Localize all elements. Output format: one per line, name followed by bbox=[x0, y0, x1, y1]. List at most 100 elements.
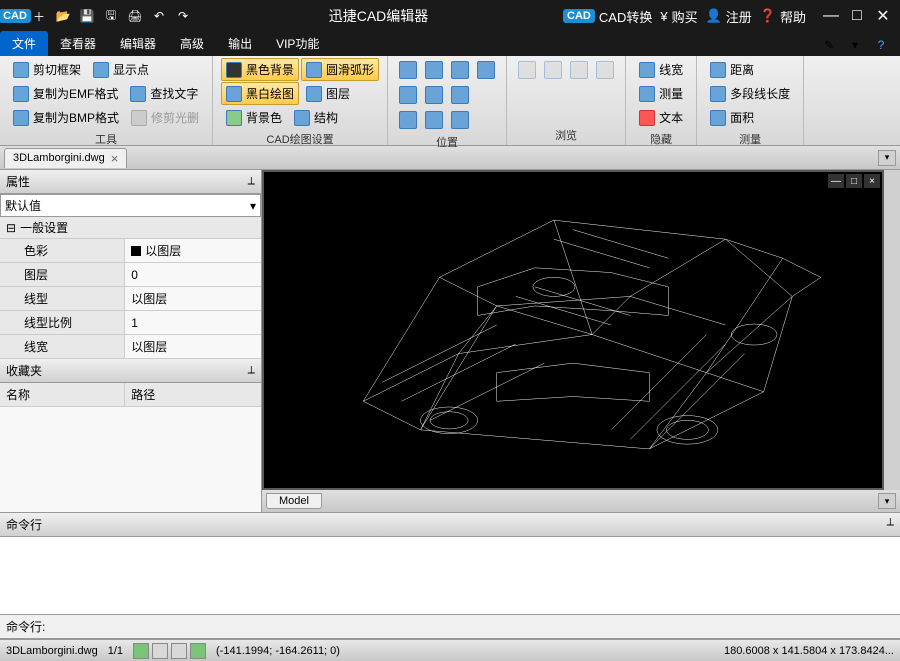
ribbon-label-position: 位置 bbox=[396, 132, 498, 152]
menu-tab-advanced[interactable]: 高级 bbox=[168, 31, 216, 56]
maximize-button[interactable]: □ bbox=[848, 7, 866, 25]
status-dims: 180.6008 x 141.5804 x 173.8424... bbox=[724, 645, 894, 657]
zoom-window-icon[interactable] bbox=[396, 58, 420, 82]
nav-up-icon[interactable] bbox=[567, 58, 591, 82]
linewidth-button[interactable]: 线宽 bbox=[634, 58, 688, 81]
crop-frame-button[interactable]: 剪切框架 bbox=[8, 58, 86, 81]
close-button[interactable]: ✕ bbox=[874, 7, 892, 25]
pan-icon[interactable] bbox=[474, 58, 498, 82]
minimize-button[interactable]: — bbox=[822, 7, 840, 25]
copy-emf-button[interactable]: 复制为EMF格式 bbox=[8, 82, 123, 105]
pen-icon[interactable]: ✎ bbox=[818, 34, 840, 56]
pos-tool1-icon[interactable] bbox=[396, 83, 420, 107]
menu-tab-vip[interactable]: VIP功能 bbox=[264, 31, 331, 56]
pin-icon[interactable]: ⟂ bbox=[887, 516, 894, 533]
print-icon[interactable]: 🖨 bbox=[124, 5, 146, 27]
ribbon-label-browse: 浏览 bbox=[515, 125, 617, 145]
prop-row-linetype[interactable]: 线型以图层 bbox=[0, 287, 261, 311]
ribbon-group-cad-settings: 黑色背景 圆滑弧形 黑白绘图 图层 背景色 结构 CAD绘图设置 bbox=[213, 56, 388, 145]
status-toggle3-icon[interactable] bbox=[171, 643, 187, 659]
ribbon: 剪切框架 显示点 复制为EMF格式 查找文字 复制为BMP格式 修剪光删 工具 … bbox=[0, 56, 900, 146]
text-button[interactable]: 文本 bbox=[634, 106, 688, 129]
ribbon-group-position: 位置 bbox=[388, 56, 507, 145]
help-small-icon[interactable]: ? bbox=[870, 34, 892, 56]
document-tab-close-icon[interactable]: × bbox=[111, 151, 119, 166]
structure-button[interactable]: 结构 bbox=[289, 106, 343, 129]
document-tab[interactable]: 3DLamborgini.dwg × bbox=[4, 148, 127, 168]
pin-icon[interactable]: ⟂ bbox=[248, 175, 255, 188]
pos-tool4-icon[interactable] bbox=[422, 108, 446, 132]
find-text-button[interactable]: 查找文字 bbox=[125, 82, 203, 105]
trim-button[interactable]: 修剪光删 bbox=[126, 106, 204, 129]
distance-button[interactable]: 距离 bbox=[705, 58, 795, 81]
dropdown-icon[interactable]: ▾ bbox=[844, 34, 866, 56]
viewport-close-icon[interactable]: × bbox=[864, 174, 880, 188]
ribbon-label-cad: CAD绘图设置 bbox=[221, 129, 379, 149]
area-button[interactable]: 面积 bbox=[705, 106, 795, 129]
properties-section[interactable]: ⊟一般设置 bbox=[0, 217, 261, 239]
undo-icon[interactable]: ↶ bbox=[148, 5, 170, 27]
smooth-arc-button[interactable]: 圆滑弧形 bbox=[301, 58, 379, 81]
saveall-icon[interactable]: 🖫 bbox=[100, 5, 122, 27]
pin-icon[interactable]: ⟂ bbox=[248, 364, 255, 377]
menu-tab-file[interactable]: 文件 bbox=[0, 31, 48, 56]
model-tabs: Model ▾ bbox=[262, 490, 900, 512]
register-link[interactable]: 👤注册 bbox=[706, 7, 752, 26]
buy-link[interactable]: ¥购买 bbox=[660, 7, 697, 26]
save-icon[interactable]: 💾 bbox=[76, 5, 98, 27]
open-icon[interactable]: 📂 bbox=[52, 5, 74, 27]
properties-combo[interactable]: 默认值▾ bbox=[0, 194, 261, 217]
pos-tool2-icon[interactable] bbox=[422, 83, 446, 107]
cad-convert-link[interactable]: CADCAD转换 bbox=[563, 7, 652, 26]
prop-row-ltscale[interactable]: 线型比例1 bbox=[0, 311, 261, 335]
measure-button[interactable]: 测量 bbox=[634, 82, 688, 105]
command-output[interactable] bbox=[0, 537, 900, 615]
nav-down-icon[interactable] bbox=[593, 58, 617, 82]
pos-tool5-icon[interactable] bbox=[448, 108, 472, 132]
viewport[interactable]: — □ × bbox=[264, 172, 882, 488]
ribbon-group-hide: 线宽 测量 文本 隐藏 bbox=[626, 56, 697, 145]
document-tabs-dropdown[interactable]: ▾ bbox=[878, 150, 896, 166]
prop-row-color[interactable]: 色彩以图层 bbox=[0, 239, 261, 263]
layers-button[interactable]: 图层 bbox=[301, 82, 355, 105]
help-link[interactable]: ❓帮助 bbox=[760, 7, 806, 26]
zoom-out-icon[interactable] bbox=[448, 83, 472, 107]
zoom-extents-icon[interactable] bbox=[422, 58, 446, 82]
bw-draw-button[interactable]: 黑白绘图 bbox=[221, 82, 299, 105]
menu-tab-output[interactable]: 输出 bbox=[216, 31, 264, 56]
title-bar: CAD ＋ 📂 💾 🖫 🖨 ↶ ↷ 迅捷CAD编辑器 CADCAD转换 ¥购买 … bbox=[0, 0, 900, 32]
black-bg-button[interactable]: 黑色背景 bbox=[221, 58, 299, 81]
ribbon-label-tools: 工具 bbox=[8, 129, 204, 149]
app-title: 迅捷CAD编辑器 bbox=[194, 6, 563, 26]
bg-color-button[interactable]: 背景色 bbox=[221, 106, 287, 129]
model-tabs-dropdown[interactable]: ▾ bbox=[878, 493, 896, 509]
document-tab-label: 3DLamborgini.dwg bbox=[13, 152, 105, 164]
vertical-scrollbar[interactable] bbox=[884, 170, 900, 490]
command-input[interactable]: 命令行: bbox=[0, 615, 900, 639]
model-tab[interactable]: Model bbox=[266, 493, 322, 509]
menu-tab-viewer[interactable]: 查看器 bbox=[48, 31, 108, 56]
command-panel: 命令行 ⟂ 命令行: bbox=[0, 512, 900, 639]
new-icon[interactable]: ＋ bbox=[28, 5, 50, 27]
prop-row-layer[interactable]: 图层0 bbox=[0, 263, 261, 287]
properties-grid: 色彩以图层 图层0 线型以图层 线型比例1 线宽以图层 bbox=[0, 239, 261, 359]
canvas-area: — □ × bbox=[262, 170, 900, 512]
status-toggle4-icon[interactable] bbox=[190, 643, 206, 659]
zoom-in-icon[interactable] bbox=[448, 58, 472, 82]
show-points-button[interactable]: 显示点 bbox=[88, 58, 154, 81]
favorites-panel-header: 收藏夹 ⟂ bbox=[0, 359, 261, 383]
copy-bmp-button[interactable]: 复制为BMP格式 bbox=[8, 106, 124, 129]
nav-right-icon[interactable] bbox=[541, 58, 565, 82]
status-toggle1-icon[interactable] bbox=[133, 643, 149, 659]
menu-tab-editor[interactable]: 编辑器 bbox=[108, 31, 168, 56]
favorites-columns: 名称 路径 bbox=[0, 383, 261, 407]
nav-left-icon[interactable] bbox=[515, 58, 539, 82]
redo-icon[interactable]: ↷ bbox=[172, 5, 194, 27]
prop-row-lineweight[interactable]: 线宽以图层 bbox=[0, 335, 261, 359]
command-header: 命令行 ⟂ bbox=[0, 513, 900, 537]
workspace: 属性 ⟂ 默认值▾ ⊟一般设置 色彩以图层 图层0 线型以图层 线型比例1 线宽… bbox=[0, 170, 900, 512]
status-ratio: 1/1 bbox=[108, 645, 123, 657]
status-toggle2-icon[interactable] bbox=[152, 643, 168, 659]
pos-tool3-icon[interactable] bbox=[396, 108, 420, 132]
polyline-length-button[interactable]: 多段线长度 bbox=[705, 82, 795, 105]
